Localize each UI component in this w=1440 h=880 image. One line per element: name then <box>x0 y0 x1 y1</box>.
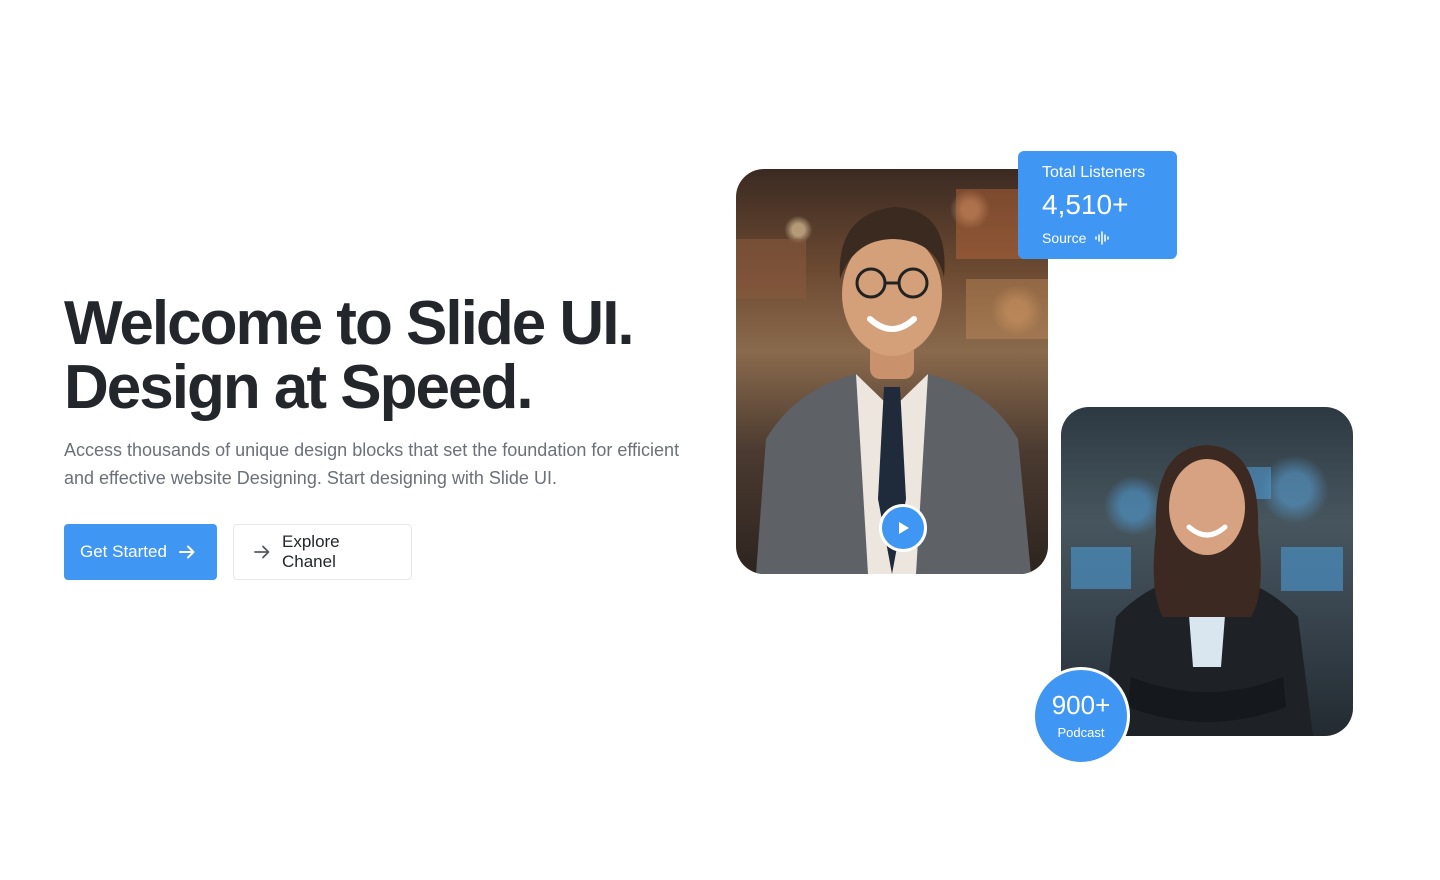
audio-waveform-icon <box>1095 231 1110 245</box>
stats-source: Source <box>1042 229 1153 247</box>
arrow-right-icon <box>178 545 195 559</box>
play-button[interactable] <box>879 504 927 552</box>
podcast-label: Podcast <box>1057 725 1105 740</box>
landing-page: Welcome to Slide UI. Design at Speed. Ac… <box>0 0 1440 880</box>
explore-chanel-label: Explore Chanel <box>282 532 340 571</box>
get-started-label: Get Started <box>80 542 167 561</box>
get-started-button[interactable]: Get Started <box>64 524 217 580</box>
podcast-count-badge: 900+ Podcast <box>1032 667 1130 765</box>
hero-title-line-2: Design at Speed. <box>64 353 534 422</box>
podcast-value: 900+ <box>1051 690 1111 720</box>
stats-value: 4,510+ <box>1042 189 1129 220</box>
hero-title: Welcome to Slide UI. Design at Speed. <box>64 292 704 420</box>
total-listeners-card: Total Listeners 4,510+ Source <box>1018 151 1177 259</box>
arrow-right-icon <box>254 545 270 559</box>
hero-description: Access thousands of unique design blocks… <box>64 440 680 488</box>
explore-chanel-button[interactable]: Explore Chanel <box>233 524 412 580</box>
hero-section: Welcome to Slide UI. Design at Speed. Ac… <box>64 292 704 580</box>
stats-source-label: Source <box>1042 230 1087 246</box>
stats-label: Total Listeners <box>1042 164 1146 181</box>
play-icon <box>899 522 909 534</box>
cta-row: Get Started Explore Chanel <box>64 524 704 580</box>
hero-title-line-1: Welcome to Slide UI. <box>64 289 635 358</box>
